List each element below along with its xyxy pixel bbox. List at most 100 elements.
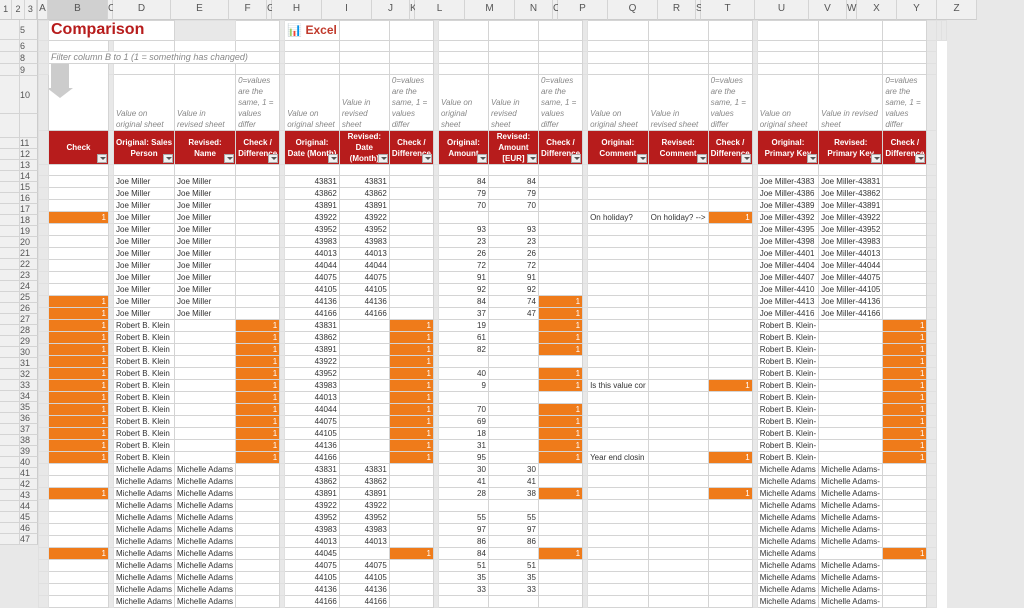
row-26[interactable]: 26 [20, 303, 38, 314]
col-W[interactable]: W [847, 0, 857, 20]
row-28[interactable]: 28 [20, 325, 38, 336]
col-R[interactable]: R [658, 0, 696, 20]
row-18[interactable]: 18 [20, 215, 38, 226]
col-J[interactable]: J [372, 0, 410, 20]
row-8[interactable]: 8 [20, 52, 38, 64]
filter-dropdown-icon[interactable] [163, 154, 173, 163]
table-row[interactable]: 1Robert B. Klein1441361311Robert B. Klei… [39, 440, 947, 452]
filter-dropdown-icon[interactable] [268, 154, 278, 163]
table-row[interactable]: 1Robert B. Klein1439221Robert B. Klein-1 [39, 356, 947, 368]
row-43[interactable]: 43 [20, 490, 38, 501]
row-27[interactable]: 27 [20, 314, 38, 325]
col-F[interactable]: F [229, 0, 267, 20]
col-B[interactable]: B [48, 0, 108, 20]
filter-dropdown-icon[interactable] [477, 154, 487, 163]
table-row[interactable]: 1Joe MillerJoe Miller441364413684741Joe … [39, 296, 947, 308]
col-X[interactable]: X [857, 0, 897, 20]
filter-dropdown-icon[interactable] [378, 154, 388, 163]
row-11[interactable]: 11 [20, 138, 38, 149]
filter-dropdown-icon[interactable] [328, 154, 338, 163]
filter-dropdown-icon[interactable] [741, 154, 751, 163]
table-row[interactable]: Michelle AdamsMichelle Adams438624386241… [39, 476, 947, 488]
table-row[interactable]: Joe MillerJoe Miller43891438917070Joe Mi… [39, 200, 947, 212]
table-row[interactable]: 1Michelle AdamsMichelle Adams43891438912… [39, 488, 947, 500]
table-row[interactable]: 1Robert B. Klein1440441701Robert B. Klei… [39, 404, 947, 416]
row-24[interactable]: 24 [20, 281, 38, 292]
row-44[interactable]: 44 [20, 501, 38, 512]
col-E[interactable]: E [171, 0, 229, 20]
row-29[interactable]: 29 [20, 336, 38, 347]
row-21[interactable]: 21 [20, 248, 38, 259]
table-row[interactable]: Michelle AdamsMichelle Adams441364413633… [39, 584, 947, 596]
filter-dropdown-icon[interactable] [224, 154, 234, 163]
row-headers[interactable]: 5689101112131415161718192021222324252627… [0, 20, 38, 545]
filter-dropdown-icon[interactable] [697, 154, 707, 163]
row-30[interactable]: 30 [20, 347, 38, 358]
row-12[interactable]: 12 [20, 149, 38, 160]
row-47[interactable]: 47 [20, 534, 38, 545]
filter-dropdown-icon[interactable] [871, 154, 881, 163]
row-45[interactable]: 45 [20, 512, 38, 523]
col-T[interactable]: T [701, 0, 755, 20]
table-row[interactable]: 1Robert B. Klein1438311191Robert B. Klei… [39, 320, 947, 332]
col-A[interactable]: A [38, 0, 48, 20]
table-row[interactable]: 1Robert B. Klein143983191Is this value c… [39, 380, 947, 392]
table-row[interactable]: Joe MillerJoe Miller44105441059292Joe Mi… [39, 284, 947, 296]
filter-dropdown-icon[interactable] [422, 154, 432, 163]
filter-dropdown-icon[interactable] [915, 154, 925, 163]
column-headers[interactable]: ABCDEFGHIJKLMNOPQRSTUVWXYZ [38, 0, 977, 20]
table-row[interactable]: Joe MillerJoe Miller44013440132626Joe Mi… [39, 248, 947, 260]
col-D[interactable]: D [113, 0, 171, 20]
filter-dropdown-icon[interactable] [97, 154, 107, 163]
col-Q[interactable]: Q [608, 0, 658, 20]
table-row[interactable]: 1Robert B. Klein1440131Robert B. Klein-1 [39, 392, 947, 404]
table-row[interactable]: Joe MillerJoe Miller43983439832323Joe Mi… [39, 236, 947, 248]
row-14[interactable]: 14 [20, 171, 38, 182]
filter-dropdown-icon[interactable] [571, 154, 581, 163]
row-34[interactable]: 34 [20, 391, 38, 402]
col-P[interactable]: P [558, 0, 608, 20]
col-V[interactable]: V [809, 0, 847, 20]
table-row[interactable]: 1Joe MillerJoe Miller4392243922On holida… [39, 212, 947, 224]
row-9[interactable]: 9 [20, 64, 38, 76]
table-row[interactable]: 1Joe MillerJoe Miller441664416637471Joe … [39, 308, 947, 320]
table-row[interactable]: 1Robert B. Klein1440751691Robert B. Klei… [39, 416, 947, 428]
table-row[interactable]: Joe MillerJoe Miller43952439529393Joe Mi… [39, 224, 947, 236]
table-row[interactable]: 1Robert B. Klein1441051181Robert B. Klei… [39, 428, 947, 440]
table-row[interactable]: Michelle AdamsMichelle Adams439834398397… [39, 524, 947, 536]
row-41[interactable]: 41 [20, 468, 38, 479]
row-39[interactable]: 39 [20, 446, 38, 457]
table-row[interactable]: 1Robert B. Klein1439521401Robert B. Klei… [39, 368, 947, 380]
row-37[interactable]: 37 [20, 424, 38, 435]
col-Z[interactable]: Z [937, 0, 977, 20]
row-[interactable] [20, 114, 38, 138]
filter-dropdown-icon[interactable] [527, 154, 537, 163]
row-38[interactable]: 38 [20, 435, 38, 446]
table-row[interactable]: Michelle AdamsMichelle Adams438314383130… [39, 464, 947, 476]
row-15[interactable]: 15 [20, 182, 38, 193]
row-22[interactable]: 22 [20, 259, 38, 270]
row-23[interactable]: 23 [20, 270, 38, 281]
table-row[interactable]: Joe MillerJoe Miller44044440447272Joe Mi… [39, 260, 947, 272]
table-row[interactable]: 1Michelle AdamsMichelle Adams440451841Mi… [39, 548, 947, 560]
row-33[interactable]: 33 [20, 380, 38, 391]
table-row[interactable]: 1Robert B. Klein1438911821Robert B. Klei… [39, 344, 947, 356]
row-42[interactable]: 42 [20, 479, 38, 490]
row-19[interactable]: 19 [20, 226, 38, 237]
col-I[interactable]: I [322, 0, 372, 20]
col-M[interactable]: M [465, 0, 515, 20]
outline-level-selector[interactable]: 1 2 3 [0, 0, 38, 20]
row-40[interactable]: 40 [20, 457, 38, 468]
outline-2[interactable]: 2 [12, 0, 24, 19]
table-row[interactable]: Joe MillerJoe Miller43862438627979Joe Mi… [39, 188, 947, 200]
outline-1[interactable]: 1 [0, 0, 12, 19]
col-U[interactable]: U [755, 0, 809, 20]
table-row[interactable]: Michelle AdamsMichelle Adams440134401386… [39, 536, 947, 548]
spreadsheet-grid[interactable]: Comparison📊 ExcelFilter column B to 1 (1… [38, 20, 947, 608]
row-36[interactable]: 36 [20, 413, 38, 424]
table-row[interactable]: Michelle AdamsMichelle Adams4416644166Mi… [39, 596, 947, 608]
row-5[interactable]: 5 [20, 20, 38, 40]
row-20[interactable]: 20 [20, 237, 38, 248]
table-row[interactable]: Michelle AdamsMichelle Adams441054410535… [39, 572, 947, 584]
col-L[interactable]: L [415, 0, 465, 20]
